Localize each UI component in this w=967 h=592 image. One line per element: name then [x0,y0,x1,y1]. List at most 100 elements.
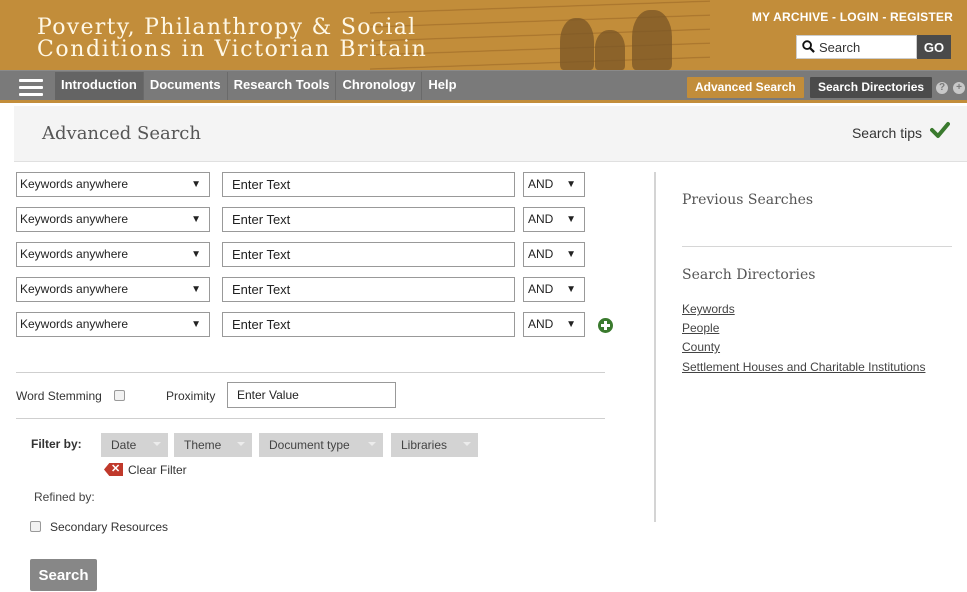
sidebar-divider [654,172,656,522]
field-select-value: Keywords anywhere [20,317,129,331]
search-term-input[interactable] [222,277,515,302]
search-tips-link[interactable]: Search tips [852,125,922,141]
filter-theme-label: Theme [184,438,222,452]
filter-label: Filter by: [31,437,82,451]
search-icon [802,40,815,53]
dropdown-arrow-icon: ▼ [191,319,201,330]
operator-value: AND [528,212,554,226]
site-search-box [796,35,917,59]
caret-down-icon [463,442,471,446]
search-term-input[interactable] [222,312,515,337]
page-title: Advanced Search [42,123,201,144]
nav-chronology[interactable]: Chronology [336,72,423,100]
directory-link-people[interactable]: People [682,321,719,335]
field-select[interactable]: Keywords anywhere ▼ [16,207,210,232]
sidebar-separator [682,246,952,247]
nav-research-tools[interactable]: Research Tools [228,72,337,100]
site-title[interactable]: Poverty, Philanthropy & Social Condition… [37,17,427,61]
plus-icon[interactable]: + [953,82,965,94]
dropdown-arrow-icon: ▼ [191,284,201,295]
field-select-value: Keywords anywhere [20,177,129,191]
divider [16,418,605,419]
word-stemming-label: Word Stemming [16,389,102,403]
filter-document-type-label: Document type [269,438,350,452]
filter-libraries-button[interactable]: Libraries [391,433,478,457]
search-directories-button[interactable]: Search Directories [810,77,933,98]
account-links: MY ARCHIVE - LOGIN - REGISTER [752,10,953,24]
dropdown-arrow-icon: ▼ [566,249,576,260]
operator-select[interactable]: AND ▼ [523,277,585,302]
word-stemming-checkbox[interactable] [114,390,125,401]
proximity-label: Proximity [166,389,216,403]
filter-theme-button[interactable]: Theme [174,433,252,457]
directory-link-county[interactable]: County [682,340,720,354]
refined-by-label: Refined by: [34,490,95,504]
dropdown-arrow-icon: ▼ [191,249,201,260]
add-row-icon[interactable] [598,318,613,333]
site-search-input[interactable] [819,39,911,56]
dropdown-arrow-icon: ▼ [191,214,201,225]
filter-date-button[interactable]: Date [101,433,168,457]
nav-introduction[interactable]: Introduction [55,72,144,100]
filter-libraries-label: Libraries [401,438,448,452]
search-term-input[interactable] [222,242,515,267]
operator-select[interactable]: AND ▼ [523,242,585,267]
dropdown-arrow-icon: ▼ [566,319,576,330]
caret-down-icon [368,442,376,446]
search-directories-heading: Search Directories [682,267,816,283]
field-select-value: Keywords anywhere [20,212,129,226]
directory-link-settlement-houses[interactable]: Settlement Houses and Charitable Institu… [682,360,925,374]
clear-icon: ✕ [104,463,123,476]
dropdown-arrow-icon: ▼ [566,214,576,225]
my-archive-link[interactable]: MY ARCHIVE [752,10,829,24]
search-term-input[interactable] [222,207,515,232]
filter-date-label: Date [111,438,137,452]
site-title-line2: Conditions in Victorian Britain [37,37,428,62]
advanced-search-button[interactable]: Advanced Search [687,77,804,98]
nav-documents[interactable]: Documents [144,72,228,100]
nav-help[interactable]: Help [422,72,462,100]
dropdown-arrow-icon: ▼ [191,179,201,190]
operator-select[interactable]: AND ▼ [523,312,585,337]
help-icon[interactable]: ? [936,82,948,94]
register-link[interactable]: REGISTER [890,10,953,24]
previous-searches-heading: Previous Searches [682,192,814,208]
go-button[interactable]: GO [917,35,951,59]
secondary-resources-label: Secondary Resources [50,520,169,534]
operator-value: AND [528,247,554,261]
link-separator: - [878,10,891,24]
filter-document-type-button[interactable]: Document type [259,433,383,457]
field-select[interactable]: Keywords anywhere ▼ [16,172,210,197]
main-nav: Introduction Documents Research Tools Ch… [0,70,967,103]
search-term-input[interactable] [222,172,515,197]
operator-value: AND [528,177,554,191]
operator-value: AND [528,317,554,331]
operator-select[interactable]: AND ▼ [523,207,585,232]
caret-down-icon [237,442,245,446]
divider [16,372,605,373]
clear-filter-label: Clear Filter [128,463,187,477]
operator-select[interactable]: AND ▼ [523,172,585,197]
proximity-input[interactable] [227,382,396,408]
login-link[interactable]: LOGIN [840,10,879,24]
field-select-value: Keywords anywhere [20,282,129,296]
search-submit-button[interactable]: Search [30,559,97,591]
field-select[interactable]: Keywords anywhere ▼ [16,277,210,302]
operator-value: AND [528,282,554,296]
menu-icon[interactable] [19,79,43,97]
caret-down-icon [153,442,161,446]
dropdown-arrow-icon: ▼ [566,284,576,295]
checkmark-icon[interactable] [930,120,950,140]
link-separator: - [828,10,840,24]
site-title-line1: Poverty, Philanthropy & Social [37,15,417,40]
page: Poverty, Philanthropy & Social Condition… [0,0,967,592]
title-bar: Advanced Search Search tips [14,106,967,162]
secondary-resources-checkbox[interactable] [30,521,41,532]
site-banner: Poverty, Philanthropy & Social Condition… [0,0,967,70]
dropdown-arrow-icon: ▼ [566,179,576,190]
field-select[interactable]: Keywords anywhere ▼ [16,242,210,267]
field-select[interactable]: Keywords anywhere ▼ [16,312,210,337]
field-select-value: Keywords anywhere [20,247,129,261]
directory-link-keywords[interactable]: Keywords [682,302,735,316]
nav-items: Introduction Documents Research Tools Ch… [55,72,463,100]
